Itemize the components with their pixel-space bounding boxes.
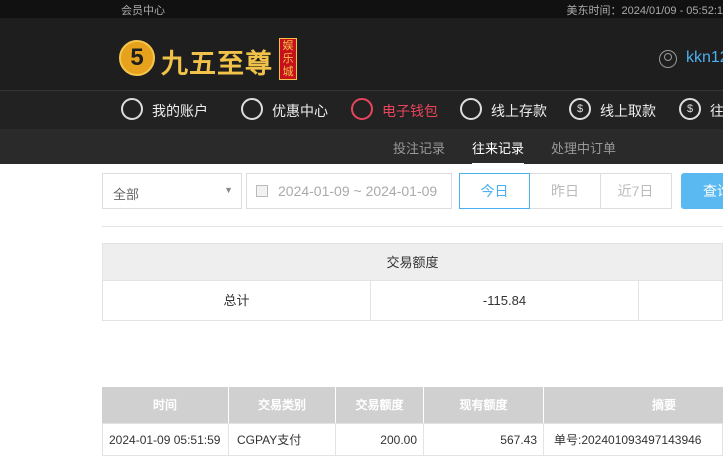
query-button[interactable]: 查询 [681, 173, 723, 209]
wallet-icon [351, 98, 373, 120]
col-type: 交易类别 [257, 398, 306, 412]
col-summary: 摘要 [651, 398, 676, 412]
cell-balance: 567.43 [500, 433, 537, 447]
col-amount: 交易额度 [355, 398, 404, 412]
table-row: 2024-01-09 05:51:59 CGPAY支付 200.00 567.4… [102, 423, 723, 456]
tab-bet-records[interactable]: 投注记录 [393, 138, 445, 157]
logo-badge: 娱乐城 [279, 38, 297, 80]
logo-mark: 5 [119, 40, 155, 76]
divider [102, 226, 723, 227]
history-icon: $ [679, 98, 701, 120]
cell-divider [638, 281, 639, 320]
tab-transaction-records[interactable]: 往来记录 [472, 138, 525, 165]
member-center-label: 会员中心 [121, 5, 165, 17]
cell-divider [228, 424, 229, 456]
cell-amount: 200.00 [380, 433, 417, 447]
type-select[interactable]: 全部 ▼ [102, 173, 242, 209]
withdraw-icon: $ [569, 98, 591, 120]
chevron-down-icon: ▼ [224, 185, 233, 195]
yesterday-button[interactable]: 昨日 [530, 173, 601, 209]
eastern-time-label: 美东时间：2024/01/09 - 05:52:1 [566, 5, 723, 17]
summary-total-label: 总计 [223, 293, 250, 308]
deposit-icon [460, 98, 482, 120]
table-header: 时间 交易类别 交易额度 现有额度 摘要 [102, 387, 723, 423]
nav-label: 线上取款 [600, 103, 656, 119]
nav-label: 电子钱包 [382, 103, 438, 119]
user-icon [121, 98, 143, 120]
sub-nav: 投注记录 往来记录 处理中订单 [0, 129, 723, 165]
summary-row: 总计 -115.84 [102, 281, 723, 321]
type-select-value: 全部 [113, 187, 140, 202]
date-range-input[interactable]: 2024-01-09 ~ 2024-01-09 [246, 173, 452, 209]
site-header: 5 九五至尊 娱乐城 kkn12 [0, 18, 723, 90]
username: kkn12 [686, 49, 723, 66]
top-info-bar: 会员中心 美东时间：2024/01/09 - 05:52:1 [0, 0, 723, 18]
calendar-icon [256, 185, 268, 197]
summary-total-value: -115.84 [482, 293, 527, 308]
cell-time: 2024-01-09 05:51:59 [109, 433, 221, 447]
col-time: 时间 [152, 398, 177, 412]
nav-label: 优惠中心 [272, 103, 328, 119]
date-range-value: 2024-01-09 ~ 2024-01-09 [278, 183, 438, 199]
nav-label: 线上存款 [491, 103, 547, 119]
cell-type: CGPAY支付 [237, 433, 302, 447]
summary-header: 交易额度 [102, 243, 723, 281]
logo-name: 九五至尊 [161, 49, 273, 80]
main-nav: 我的账户 优惠中心 电子钱包 线上存款 $ 线上取款 $ 往 [0, 90, 723, 129]
tab-pending-orders[interactable]: 处理中订单 [551, 138, 616, 157]
nav-label: 往 [710, 103, 723, 119]
nav-label: 我的账户 [152, 103, 208, 119]
user-avatar-icon [659, 50, 677, 68]
col-balance: 现有额度 [459, 398, 508, 412]
cell-divider [543, 424, 544, 456]
gift-icon [241, 98, 263, 120]
cell-summary: 单号:202401093497143946 [554, 433, 702, 447]
today-button[interactable]: 今日 [459, 173, 530, 209]
last-7-days-button[interactable]: 近7日 [600, 173, 672, 209]
